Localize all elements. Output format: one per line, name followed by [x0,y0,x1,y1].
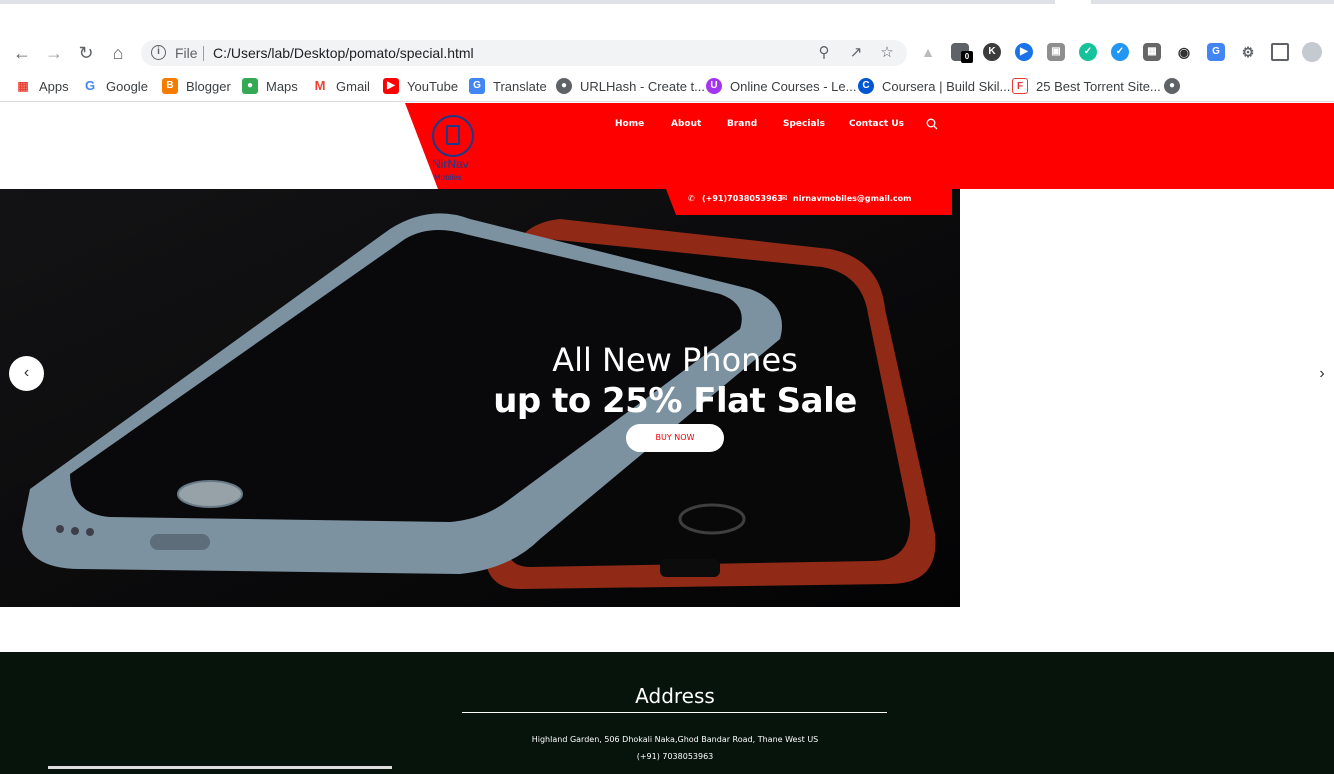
translate-icon: G [469,78,485,94]
side-panel-icon[interactable] [1271,43,1289,61]
bookmark-label: Blogger [186,78,231,94]
email-icon: ✉ [780,193,788,203]
logo-name: NirNav [432,157,469,171]
globe-icon: ● [556,78,572,94]
grammarly-icon[interactable]: ✓ [1079,43,1097,61]
google-icon: G [84,78,96,93]
extension-badge-count: 0 [961,51,973,63]
phone-icon: ✆ [688,194,695,203]
back-icon[interactable]: ← [10,41,34,65]
contact-email[interactable]: nirnavmobiles@gmail.com [793,194,911,203]
hero-headline: All New Phones [552,341,798,379]
search-icon[interactable] [926,118,938,130]
extension-check-icon[interactable]: ✓ [1111,43,1129,61]
buy-now-button[interactable]: BUY NOW [626,424,724,452]
footer-divider [462,712,887,713]
bookmark-maps[interactable]: ● Maps [242,76,298,96]
url-text[interactable]: C:/Users/lab/Desktop/pomato/special.html [213,45,474,61]
profile-avatar-icon[interactable] [1302,42,1322,62]
bookmark-torrent[interactable]: F 25 Best Torrent Site... [1012,76,1161,96]
eye-icon[interactable]: ◉ [1175,43,1193,61]
bookmark-apps[interactable]: ▦ Apps [15,76,69,96]
bookmark-urlhash[interactable]: ● URLHash - Create t... [556,76,705,96]
apps-grid-icon: ▦ [17,79,29,93]
bookmark-coursera[interactable]: C Coursera | Build Skil... [858,76,1010,96]
nav-about[interactable]: About [671,119,701,129]
nav-specials[interactable]: Specials [783,119,825,129]
contact-phone[interactable]: (+91)7038053963 [702,194,783,203]
forward-icon[interactable]: → [42,41,66,65]
blogger-icon: B [162,78,178,94]
extension-triangle-icon[interactable]: ▲ [919,43,937,61]
extension-play-icon[interactable]: ▶ [1015,43,1033,61]
bookmark-gmail[interactable]: M Gmail [312,76,370,96]
home-icon[interactable]: ⌂ [106,41,130,65]
omnibox-separator [203,46,204,61]
torrent-icon: F [1012,78,1028,94]
bookmark-label: YouTube [407,78,459,94]
bookmark-google[interactable]: G Google [82,76,148,96]
info-icon[interactable]: i [151,45,166,60]
horizontal-scrollbar[interactable] [48,766,392,769]
active-tab-edge [1055,0,1091,4]
browser-toolbar: ← → ↻ ⌂ i File C:/Users/lab/Desktop/poma… [0,36,1334,70]
share-icon[interactable]: ↗ [847,44,865,62]
tab-strip [0,0,1334,36]
youtube-icon: ▶ [383,78,399,94]
bookmarks-bar: ▦ Apps G Google B Blogger ● Maps M Gmail… [0,70,1334,102]
bookmark-label: Gmail [336,78,370,94]
url-scheme-label: File [175,45,198,61]
page-viewport: NirNav Mobiles Home About Brand Specials… [0,103,1334,774]
gmail-icon: M [314,78,326,93]
header-red-band [405,103,1334,189]
globe-icon: ● [1164,78,1180,94]
nav-contact-us[interactable]: Contact Us [849,119,904,129]
footer: Address Highland Garden, 506 Dhokali Nak… [0,652,1334,774]
tab-strip-border [0,0,1334,4]
bookmark-label: Coursera | Build Skil... [882,78,1011,94]
bookmark-youtube[interactable]: ▶ YouTube [383,76,458,96]
bookmark-udemy[interactable]: U Online Courses - Le... [706,76,856,96]
nav-brand[interactable]: Brand [727,119,757,129]
zoom-icon[interactable]: ⚲ [815,44,833,62]
footer-phone: (+91) 7038053963 [636,752,714,761]
qr-code-icon[interactable]: ▦ [1143,43,1161,61]
extension-k-icon[interactable]: K [983,43,1001,61]
extension-badge-icon[interactable]: 0 [951,43,973,63]
address-bar[interactable]: i File C:/Users/lab/Desktop/pomato/speci… [141,40,907,66]
bookmark-label: URLHash - Create t... [580,78,705,94]
maps-icon: ● [242,78,258,94]
hero-subheadline: up to 25% Flat Sale [493,381,857,421]
bookmark-star-icon[interactable]: ☆ [878,44,896,62]
udemy-icon: U [706,78,722,94]
extension-box-icon[interactable]: ▣ [1047,43,1065,61]
extensions-puzzle-icon[interactable]: ⚙ [1239,43,1257,61]
reload-icon[interactable]: ↻ [74,41,98,65]
coursera-icon: C [858,78,874,94]
bookmark-label: Apps [39,78,69,94]
google-translate-ext-icon[interactable]: G [1207,43,1225,61]
bookmark-label: Online Courses - Le... [730,78,857,94]
nav-home[interactable]: Home [615,119,644,129]
bookmark-label: Translate [493,78,547,94]
bookmark-label: 25 Best Torrent Site... [1036,78,1161,94]
bookmark-label: Google [106,78,148,94]
slider-prev-arrow-icon[interactable]: ‹ [9,356,44,391]
footer-address: Highland Garden, 506 Dhokali Naka,Ghod B… [531,735,819,744]
logo-phone-icon [446,125,460,145]
site-logo[interactable]: NirNav Mobiles [430,113,478,189]
bookmark-label: Maps [266,78,298,94]
bookmark-blogger[interactable]: B Blogger [162,76,231,96]
bookmark-globe[interactable]: ● [1164,76,1188,96]
bookmark-translate[interactable]: G Translate [469,76,547,96]
footer-title: Address [635,684,715,708]
logo-subtitle: Mobiles [434,173,462,182]
slider-next-arrow-icon[interactable]: › [1312,362,1332,386]
